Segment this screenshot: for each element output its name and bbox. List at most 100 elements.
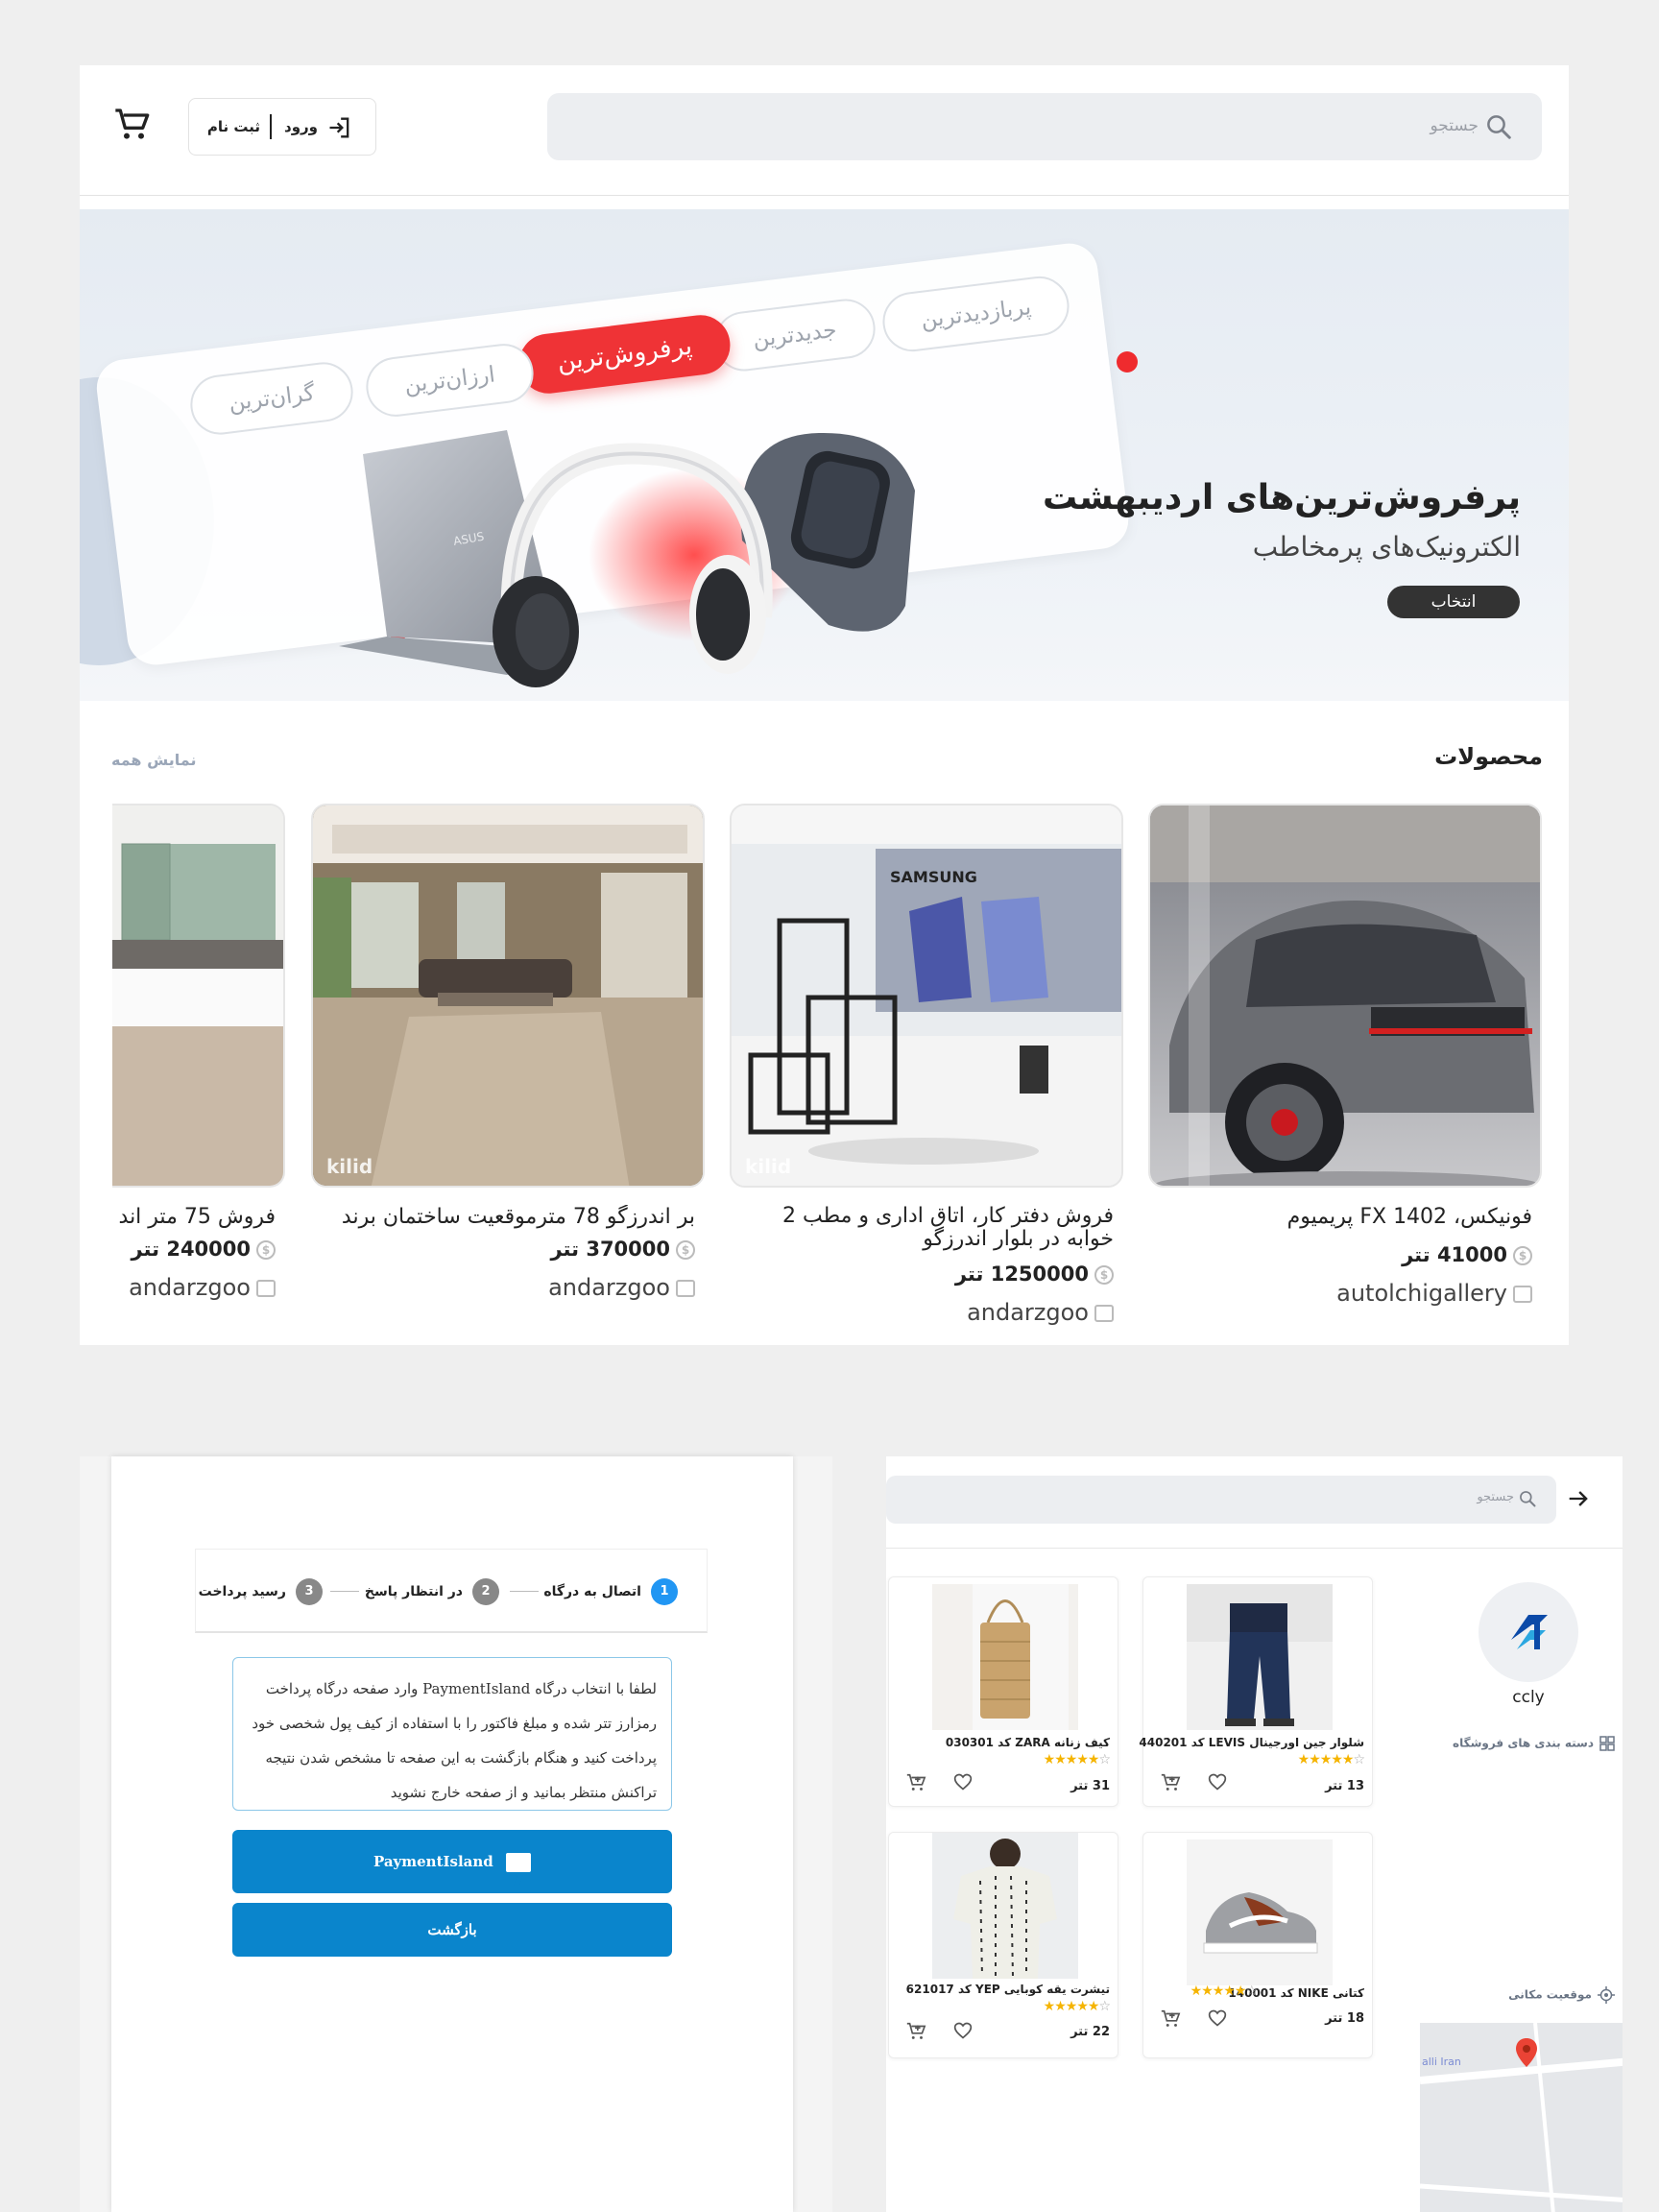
rating-stars: ★★★★★☆ [1043,1999,1111,2014]
heart-icon[interactable] [952,1772,974,1791]
product-price: 22 تتر [1070,2025,1110,2039]
store-product-card[interactable]: شلوار جین اورجینال LEVIS کد 440201 ★★★★★… [1139,1576,1373,1807]
store-product-card[interactable]: کیف زنانه ZARA کد 030301 ★★★★★☆ 31 تتر [888,1576,1118,1807]
product-image[interactable]: SAMSUNG kilid [730,804,1123,1188]
rating-stars: ★★★★★☆ [1190,1984,1258,1999]
product-store[interactable]: andarzgoo [548,1274,695,1301]
rating-stars: ★★★★★☆ [1043,1752,1111,1767]
store-product-card[interactable]: تیشرت یقه کوبایی YEP کد 621017 ★★★★★☆ 22… [888,1832,1118,2058]
banner-select-button[interactable]: انتخاب [1387,586,1520,618]
product-store[interactable]: andarzgoo [129,1274,276,1301]
shirt-photo [932,1833,1078,1979]
grid-icon [1599,1736,1615,1751]
product-price: 18 تتر [1325,2011,1364,2026]
product-title[interactable]: شلوار جین اورجینال LEVIS کد 440201 [1139,1736,1364,1749]
electronics-illustration: ASUS [339,430,915,687]
gateway-label: PaymentIsland [373,1853,493,1870]
store-search-bar[interactable]: جستجو [886,1476,1556,1524]
banner-title: پرفروش‌ترین‌های اردیبهشت [1042,478,1521,517]
step-receipt: 3 رسید پرداخت [199,1578,323,1605]
product-price: $370000 تتر [550,1238,695,1261]
add-to-cart-icon[interactable] [1159,1772,1182,1793]
product-title[interactable]: فروش 75 متر اند [112,1205,276,1230]
product-image[interactable]: kilid [311,804,705,1188]
payment-steps: 1 اتصال به درگاه 2 در انتظار پاسخ 3 رسید پر… [195,1549,708,1633]
product-image[interactable] [932,1833,1078,1979]
product-title[interactable]: فروش دفتر کار، اتاق اداری و مطب 2 خوابه … [739,1205,1114,1255]
store-map[interactable]: alli Iran [1420,2023,1623,2212]
decor-dot [1117,351,1138,373]
product-store[interactable]: andarzgoo [967,1299,1114,1326]
currency-icon: $ [676,1240,695,1260]
product-image[interactable] [1187,1839,1333,1985]
marketplace-home-panel: جستجو ورود ثبت نام پربازدیدترین جدیدترین… [80,65,1569,1345]
apartment-photo [313,805,703,1186]
store-icon [256,1280,276,1297]
store-icon [1094,1305,1114,1322]
login-signup-button[interactable]: ورود ثبت نام [188,98,376,156]
step-waiting: 2 در انتظار پاسخ [365,1578,499,1605]
step-label: اتصال به درگاه [543,1584,641,1599]
search-placeholder: جستجو [1477,1490,1514,1504]
heart-icon[interactable] [1207,2008,1228,2028]
product-store[interactable]: autolchigallery [1336,1280,1532,1307]
product-title[interactable]: فونیکس، FX 1402 پریمیوم [1158,1205,1532,1230]
currency-icon: $ [1094,1265,1114,1285]
step-number: 1 [651,1578,678,1605]
rating-stars: ★★★★★☆ [1297,1752,1365,1767]
search-icon [1487,115,1511,139]
product-card[interactable]: فروش 75 متر اند $240000 تتر andarzgoo [112,804,285,1322]
svg-text:SAMSUNG: SAMSUNG [890,868,977,886]
step-connect: 1 اتصال به درگاه [543,1578,678,1605]
product-price: $240000 تتر [131,1238,276,1261]
promo-banner: پربازدیدترین جدیدترین پرفروش‌ترین ارزان‌… [80,209,1569,701]
back-arrow-icon[interactable] [1565,1485,1592,1512]
store-product-card[interactable]: کتانی NIKE کد 140001 ★★★★★☆ 18 تتر [1142,1832,1373,2058]
product-title[interactable]: تیشرت یقه کوبایی YEP کد 621017 [906,1983,1110,1996]
signup-label[interactable]: ثبت نام [207,118,260,135]
location-target-icon [1598,1986,1615,2004]
product-image[interactable] [932,1584,1078,1730]
store-avatar [1479,1582,1578,1682]
product-image[interactable] [1148,804,1542,1188]
product-title[interactable]: بر اندرزگو 78 مترموقعیت ساختمان برند [321,1205,695,1230]
product-card[interactable]: فونیکس، FX 1402 پریمیوم $41000 تتر autol… [1148,804,1542,1307]
currency-icon: $ [256,1240,276,1260]
login-divider [270,114,272,139]
store-logo-icon [1511,1615,1548,1649]
add-to-cart-icon[interactable] [904,1772,927,1793]
payment-panel: 1 اتصال به درگاه 2 در انتظار پاسخ 3 رسید پر… [111,1456,793,2212]
heart-icon[interactable] [1207,1772,1228,1791]
product-card[interactable]: kilid بر اندرزگو 78 مترموقعیت ساختمان بر… [311,804,705,1301]
store-categories-link[interactable]: دسته بندی های فروشگاه [1453,1736,1615,1751]
back-button[interactable]: بازگشت [232,1903,672,1957]
product-price: $1250000 تتر [955,1262,1114,1286]
step-connector [330,1591,359,1592]
bag-photo [932,1584,1078,1730]
store-page-panel: جستجو ccly دسته بندی های فروشگاه موقعیت … [886,1456,1623,2212]
payment-notice: لطفا با انتخاب درگاه PaymentIsland وارد … [232,1657,672,1811]
store-name: ccly [1512,1688,1545,1707]
jeans-photo [1187,1584,1333,1730]
step-label: رسید پرداخت [198,1584,286,1599]
kilid-watermark: kilid [326,1155,373,1178]
heart-icon[interactable] [952,2021,974,2040]
product-title[interactable]: کیف زنانه ZARA کد 030301 [946,1736,1110,1749]
divider [886,1548,1623,1549]
search-bar[interactable]: جستجو [547,93,1542,160]
view-all-link[interactable]: نمایش همه [111,751,196,769]
product-card[interactable]: SAMSUNG kilid فروش دفتر کار، اتاق اداری … [730,804,1123,1326]
kilid-watermark: kilid [745,1155,792,1178]
add-to-cart-icon[interactable] [1159,2008,1182,2030]
map-place-label: alli Iran [1422,2056,1461,2068]
login-label[interactable]: ورود [284,118,318,135]
product-image[interactable] [112,804,285,1188]
store-icon [676,1280,695,1297]
cart-icon[interactable] [111,106,152,144]
product-image[interactable] [1187,1584,1333,1730]
paymentisland-gateway-button[interactable]: PaymentIsland [232,1830,672,1893]
sneaker-photo [1187,1839,1333,1985]
map-pin-icon [1516,2038,1537,2067]
add-to-cart-icon[interactable] [904,2021,927,2042]
car-photo [1150,805,1540,1186]
